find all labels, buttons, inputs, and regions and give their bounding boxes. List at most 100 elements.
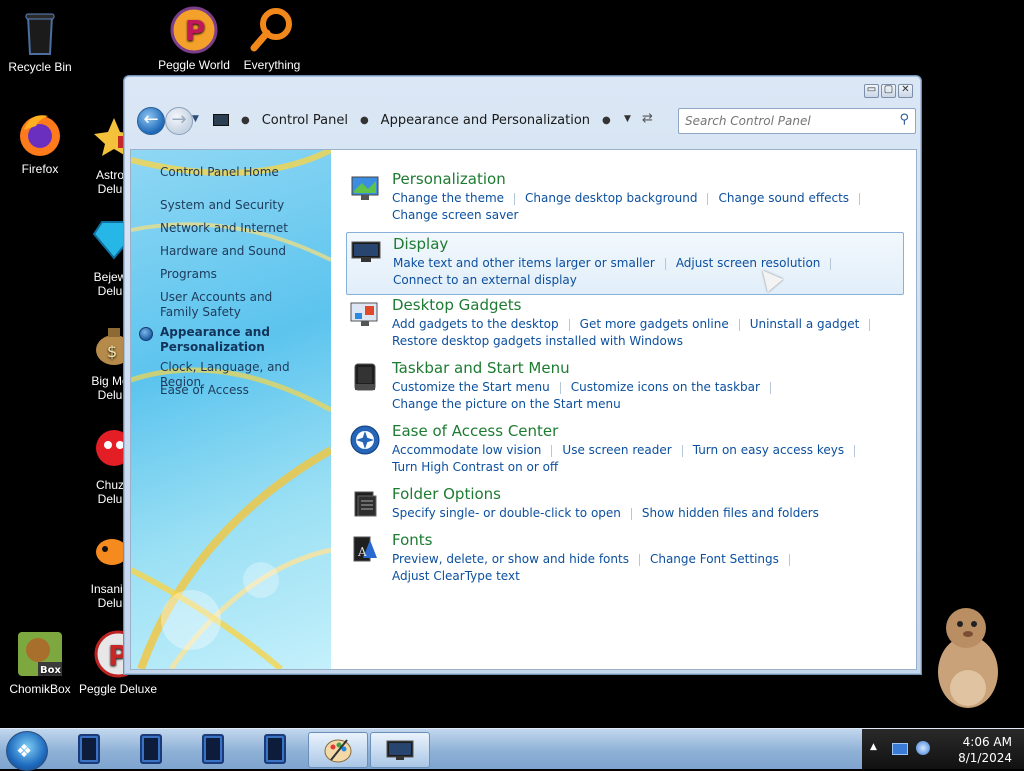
sidebar-item-network-internet[interactable]: Network and Internet — [160, 221, 325, 236]
breadcrumb-separator-icon: ● — [602, 114, 611, 126]
sidebar-item-programs[interactable]: Programs — [160, 267, 325, 282]
close-button[interactable]: ✕ — [898, 84, 913, 98]
link-change-theme[interactable]: Change the theme — [392, 191, 504, 205]
sidebar-item-hardware-sound[interactable]: Hardware and Sound — [160, 244, 325, 259]
desktop-icon-chomikbox[interactable]: Box ChomikBox — [0, 630, 80, 696]
link-connect-external-display[interactable]: Connect to an external display — [393, 273, 577, 287]
link-divider — [551, 444, 553, 457]
forward-button[interactable]: → — [165, 107, 193, 135]
sidebar-item-user-accounts[interactable]: User Accounts and Family Safety — [160, 290, 310, 320]
breadcrumb-appearance[interactable]: Appearance and Personalization — [381, 113, 590, 128]
link-restore-gadgets[interactable]: Restore desktop gadgets installed with W… — [392, 334, 683, 348]
link-use-screen-reader[interactable]: Use screen reader — [562, 443, 671, 457]
desktop-icon-label: ChomikBox — [9, 682, 71, 696]
link-divider — [559, 381, 561, 394]
back-button[interactable]: ← — [137, 107, 165, 135]
link-divider — [830, 257, 832, 270]
link-easy-access-keys[interactable]: Turn on easy access keys — [693, 443, 844, 457]
link-divider — [568, 318, 570, 331]
control-panel-icon — [386, 740, 414, 760]
system-tray: ▲ 4:06 AM 8/1/2024 — [862, 729, 1024, 769]
link-adjust-screen-resolution[interactable]: Adjust screen resolution — [676, 256, 821, 270]
clock-time[interactable]: 4:06 AM — [912, 735, 1012, 749]
address-dropdown-icon[interactable]: ▼ — [624, 114, 631, 124]
start-button[interactable]: ❖ — [6, 731, 48, 771]
link-show-hidden-files[interactable]: Show hidden files and folders — [642, 506, 819, 520]
category-title[interactable]: Desktop Gadgets — [392, 296, 521, 314]
sidebar-item-control-panel-home[interactable]: Control Panel Home — [160, 165, 325, 180]
link-customize-start-menu[interactable]: Customize the Start menu — [392, 380, 550, 394]
address-bar[interactable]: ● Control Panel ● Appearance and Persona… — [205, 108, 665, 132]
magnifier-icon — [248, 6, 296, 54]
link-add-gadgets[interactable]: Add gadgets to the desktop — [392, 317, 559, 331]
link-change-desktop-background[interactable]: Change desktop background — [525, 191, 697, 205]
category-title[interactable]: Taskbar and Start Menu — [392, 359, 570, 377]
desktop-icon-recycle-bin[interactable]: Recycle Bin — [0, 8, 80, 74]
recycle-bin-icon — [16, 8, 64, 56]
category-links: Preview, delete, or show and hide fonts C… — [392, 551, 892, 585]
search-box[interactable]: ⚲ — [678, 108, 916, 134]
display-icon — [351, 236, 381, 266]
link-change-start-picture[interactable]: Change the picture on the Start menu — [392, 397, 621, 411]
link-change-sound-effects[interactable]: Change sound effects — [718, 191, 849, 205]
link-divider — [869, 318, 871, 331]
taskbar-app-3[interactable] — [184, 732, 242, 766]
clock-date[interactable]: 8/1/2024 — [912, 751, 1012, 765]
ease-of-access-icon — [350, 425, 380, 455]
forward-arrow-icon: → — [171, 109, 187, 130]
link-customize-taskbar-icons[interactable]: Customize icons on the taskbar — [571, 380, 760, 394]
category-folder-options: Folder Options Specify single- or double… — [346, 485, 902, 525]
search-input[interactable] — [683, 113, 887, 129]
window-controls: ▭ ▢ ✕ — [864, 84, 913, 98]
taskbar-app-paint[interactable] — [308, 732, 368, 768]
link-divider — [638, 553, 640, 566]
recent-pages-dropdown[interactable]: ▼ — [192, 114, 199, 124]
sidebar-item-appearance[interactable]: Appearance and Personalization — [139, 325, 280, 355]
maximize-button[interactable]: ▢ — [881, 84, 896, 98]
desktop-icon-label: Peggle World — [158, 58, 230, 72]
category-title[interactable]: Folder Options — [392, 485, 501, 503]
maximize-icon: ▢ — [883, 84, 894, 95]
link-uninstall-gadget[interactable]: Uninstall a gadget — [750, 317, 860, 331]
link-preview-fonts[interactable]: Preview, delete, or show and hide fonts — [392, 552, 629, 566]
desktop-icon-everything[interactable]: Everything — [232, 6, 312, 72]
category-title[interactable]: Personalization — [392, 170, 506, 188]
category-taskbar-start-menu: Taskbar and Start Menu Customize the Sta… — [346, 359, 902, 415]
category-title[interactable]: Ease of Access Center — [392, 422, 558, 440]
desktop-icon-firefox[interactable]: Firefox — [0, 110, 80, 176]
sidebar-item-system-security[interactable]: System and Security — [160, 198, 325, 213]
desktop-icon-label: Peggle Deluxe — [78, 682, 158, 696]
taskbar-app-control-panel[interactable] — [370, 732, 430, 768]
gopher-widget-icon — [938, 608, 998, 708]
navigation-bar: ← → ▼ ● Control Panel ● Appearance and P… — [130, 104, 916, 138]
link-change-screen-saver[interactable]: Change screen saver — [392, 208, 519, 222]
link-change-font-settings[interactable]: Change Font Settings — [650, 552, 779, 566]
link-accommodate-low-vision[interactable]: Accommodate low vision — [392, 443, 541, 457]
chomikbox-icon: Box — [16, 630, 64, 678]
taskbar-app-1[interactable] — [60, 732, 118, 766]
taskbar-app-4[interactable] — [246, 732, 304, 766]
taskbar: ❖ ▲ 4:06 AM 8/1/2024 — [0, 728, 1024, 771]
personalization-icon — [350, 173, 380, 203]
minimize-icon: ▭ — [866, 84, 877, 95]
link-single-double-click[interactable]: Specify single- or double-click to open — [392, 506, 621, 520]
refresh-button[interactable]: ⇄ — [642, 111, 653, 126]
category-ease-of-access: Ease of Access Center Accommodate low vi… — [346, 422, 902, 478]
link-divider — [854, 444, 856, 457]
sidebar: Control Panel Home System and Security N… — [131, 150, 331, 669]
breadcrumb-control-panel[interactable]: Control Panel — [262, 113, 348, 128]
search-icon[interactable]: ⚲ — [899, 112, 909, 127]
category-title[interactable]: Display — [393, 235, 448, 253]
link-text-size[interactable]: Make text and other items larger or smal… — [393, 256, 655, 270]
sidebar-item-ease-of-access[interactable]: Ease of Access — [160, 383, 325, 398]
taskbar-app-2[interactable] — [122, 732, 180, 766]
minimize-button[interactable]: ▭ — [864, 84, 879, 98]
show-hidden-icons-button[interactable]: ▲ — [870, 742, 877, 752]
category-title[interactable]: Fonts — [392, 531, 432, 549]
link-get-more-gadgets[interactable]: Get more gadgets online — [580, 317, 729, 331]
network-tray-icon[interactable] — [892, 743, 908, 755]
link-high-contrast[interactable]: Turn High Contrast on or off — [392, 460, 558, 474]
gadgets-icon — [350, 299, 380, 329]
link-adjust-cleartype[interactable]: Adjust ClearType text — [392, 569, 520, 583]
desktop-icon-peggle-world[interactable]: P Peggle World — [154, 6, 234, 72]
